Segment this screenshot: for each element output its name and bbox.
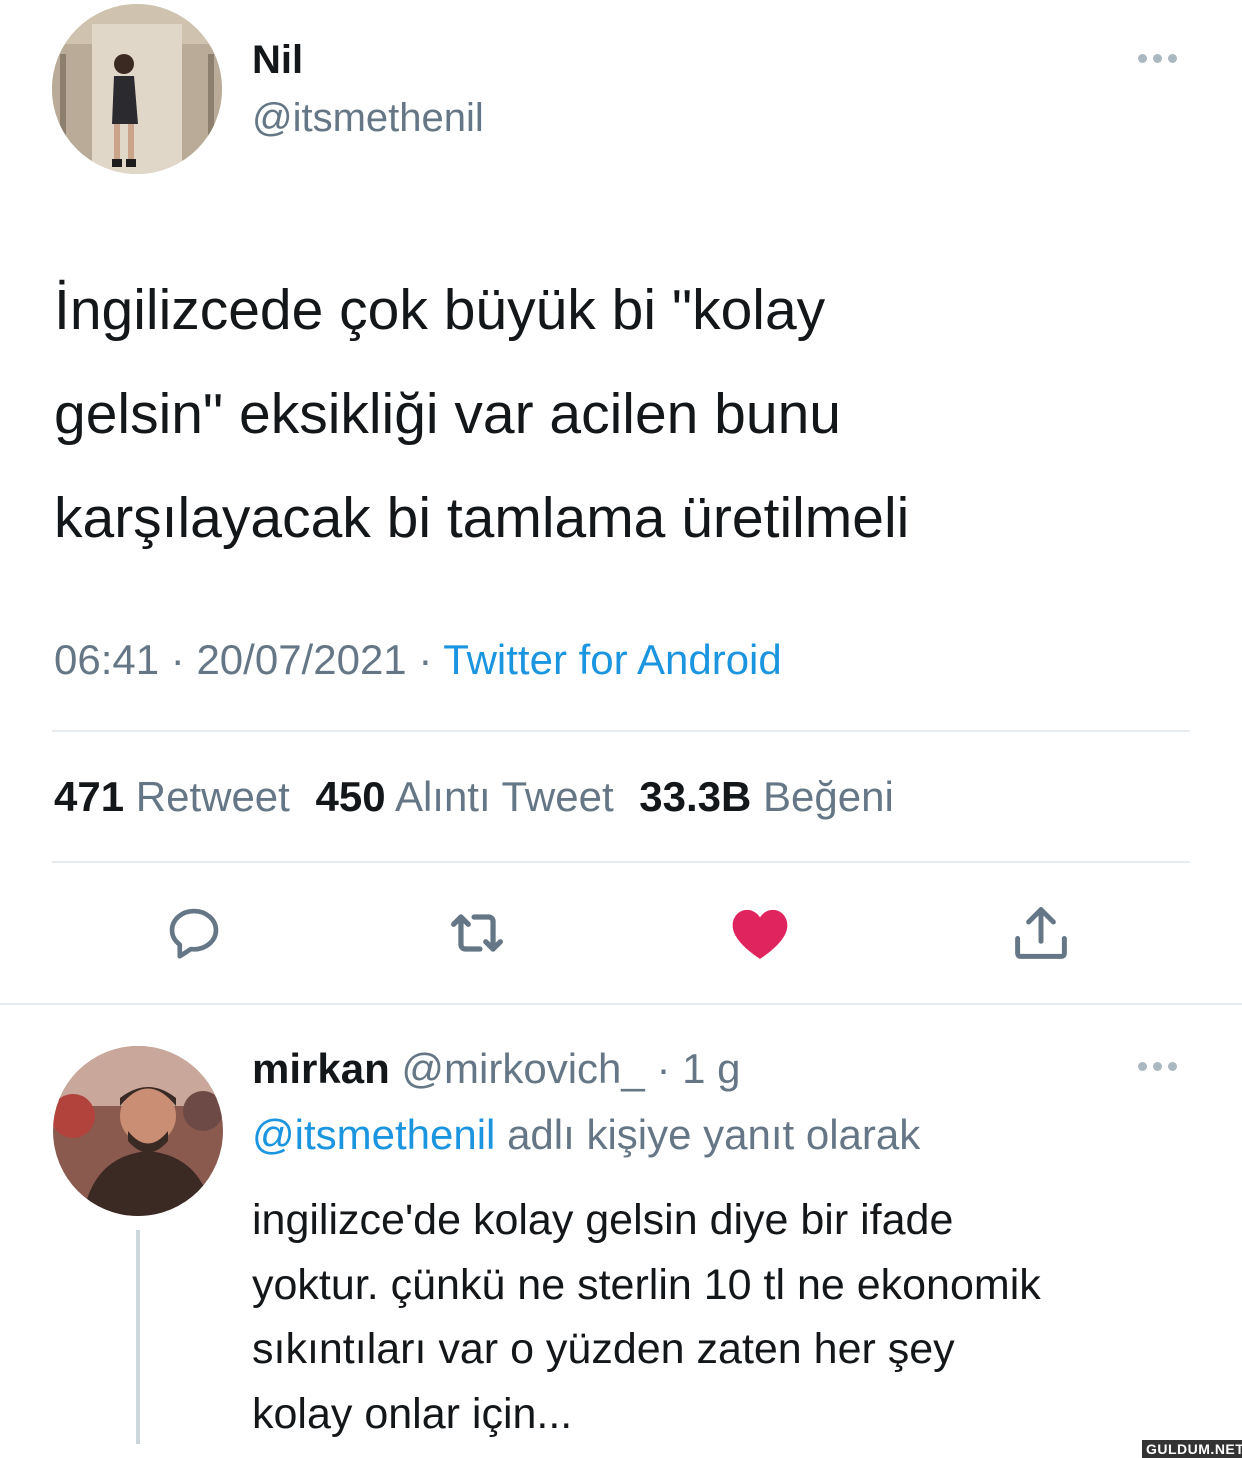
tweet-text: İngilizcede çok büyük bi "kolay gelsin" …	[54, 258, 909, 570]
reply-text: ingilizce'de kolay gelsin diye bir ifade…	[252, 1188, 1041, 1446]
reply-author-name[interactable]: mirkan	[252, 1045, 390, 1092]
replying-to-text: adlı kişiye yanıt olarak	[507, 1111, 921, 1158]
author-name[interactable]: Nil	[252, 38, 303, 83]
quote-label: Alıntı Tweet	[394, 773, 614, 820]
retweet-count: 471	[54, 773, 125, 820]
watermark: GULDUM.NET	[1142, 1440, 1242, 1458]
tweet-text-line: İngilizcede çok büyük bi "kolay	[54, 278, 826, 342]
tweet-text-line: karşılayacak bi tamlama üretilmeli	[54, 486, 910, 550]
meta-separator: ·	[418, 636, 433, 683]
like-count: 33.3B	[639, 773, 752, 820]
like-button[interactable]	[725, 898, 795, 968]
retweet-label: Retweet	[135, 773, 290, 820]
tweet-meta: 06:41 · 20/07/2021 · Twitter for Android	[54, 636, 782, 684]
reply-text-line: kolay onlar için...	[252, 1389, 573, 1438]
reply-button[interactable]	[159, 898, 229, 968]
author-handle[interactable]: @itsmethenil	[252, 96, 484, 141]
replying-to: @itsmethenil adlı kişiye yanıt olarak	[252, 1111, 920, 1159]
tweet-stats: 471 Retweet 450 Alıntı Tweet 33.3B Beğen…	[54, 773, 894, 821]
share-button[interactable]	[1006, 898, 1076, 968]
retweet-button[interactable]	[442, 898, 512, 968]
tweet-source-link[interactable]: Twitter for Android	[443, 636, 781, 683]
tweet-time[interactable]: 06:41	[54, 636, 159, 683]
reply-separator: ·	[656, 1045, 671, 1092]
like-label: Beğeni	[763, 773, 894, 820]
like-stat[interactable]: 33.3B Beğeni	[639, 773, 894, 820]
reply-author-avatar[interactable]	[53, 1046, 223, 1216]
quote-stat[interactable]: 450 Alıntı Tweet	[316, 773, 626, 820]
reply-text-line: yoktur. çünkü ne sterlin 10 tl ne ekonom…	[252, 1260, 1041, 1309]
replying-to-handle[interactable]: @itsmethenil	[252, 1111, 495, 1158]
heart-icon	[732, 909, 788, 959]
reply-author-handle[interactable]: @mirkovich_	[401, 1045, 644, 1092]
reply-header: mirkan @mirkovich_ · 1 g	[252, 1045, 741, 1093]
section-divider	[0, 1003, 1242, 1005]
reply-icon	[169, 908, 219, 959]
reply-age[interactable]: 1 g	[682, 1045, 740, 1092]
share-icon	[1015, 907, 1067, 959]
tweet-date[interactable]: 20/07/2021	[196, 636, 406, 683]
meta-separator: ·	[170, 636, 185, 683]
reply-text-line: ingilizce'de kolay gelsin diye bir ifade	[252, 1196, 954, 1244]
divider	[52, 861, 1190, 863]
quote-count: 450	[315, 773, 386, 820]
reply-text-line: sıkıntıları var o yüzden zaten her şey	[252, 1325, 955, 1373]
author-avatar[interactable]	[52, 4, 222, 174]
tweet-text-line: gelsin" eksikliği var acilen bunu	[54, 382, 841, 446]
reply-timeline-line	[136, 1230, 140, 1444]
more-dots-icon[interactable]	[1138, 54, 1177, 63]
divider	[52, 730, 1190, 732]
retweet-stat[interactable]: 471 Retweet	[54, 773, 302, 820]
more-dots-icon[interactable]	[1138, 1062, 1177, 1071]
retweet-icon	[451, 914, 503, 952]
